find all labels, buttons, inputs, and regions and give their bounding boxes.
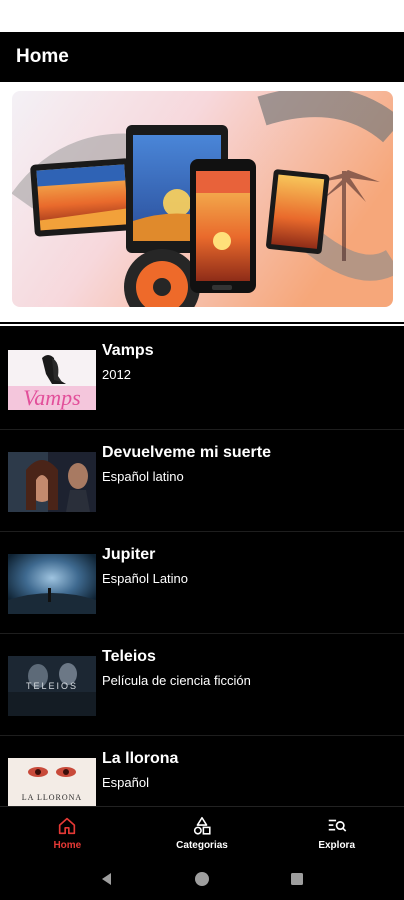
nav-categorias-label: Categorias <box>176 839 228 851</box>
movie-subtitle: Película de ciencia ficción <box>102 673 251 688</box>
movie-list: Vamps Vamps 2012 Devuelveme mi suerte Es… <box>0 328 404 806</box>
back-icon <box>102 873 112 885</box>
movie-thumbnail: LA LLORONA <box>8 758 96 806</box>
nav-home-label: Home <box>53 839 82 851</box>
back-button[interactable] <box>96 868 118 890</box>
categories-icon <box>193 816 211 835</box>
status-bar <box>0 0 404 32</box>
home-icon <box>59 817 76 834</box>
system-navigation-bar <box>0 858 404 900</box>
movie-subtitle: Español latino <box>102 469 184 484</box>
banner-container <box>0 82 404 322</box>
movie-thumbnail: Vamps <box>8 350 96 410</box>
banner-illustration <box>12 91 393 307</box>
bottom-navigation: Home Categorias Explora <box>0 806 404 858</box>
movie-title: Vamps <box>102 342 154 359</box>
movie-thumbnail <box>8 554 96 614</box>
home-system-button[interactable] <box>191 868 213 890</box>
explore-icon <box>328 819 346 832</box>
list-item[interactable]: Devuelveme mi suerte Español latino <box>0 430 404 532</box>
movie-thumbnail: TELEIOS <box>8 656 96 716</box>
movie-title: La llorona <box>102 750 179 767</box>
svg-text:Vamps: Vamps <box>23 385 80 410</box>
movie-subtitle: Español <box>102 775 149 790</box>
nav-explora-label: Explora <box>318 839 356 851</box>
nav-explora[interactable]: Explora <box>269 807 404 858</box>
nav-categorias[interactable]: Categorias <box>135 807 270 858</box>
square-icon <box>290 873 303 885</box>
svg-text:TELEIOS: TELEIOS <box>26 681 78 691</box>
svg-text:LA LLORONA: LA LLORONA <box>22 793 82 802</box>
movie-title: Teleios <box>102 648 156 665</box>
recents-button[interactable] <box>286 868 308 890</box>
movie-thumbnail <box>8 452 96 512</box>
page-title: Home <box>16 46 69 67</box>
list-item[interactable]: Vamps Vamps 2012 <box>0 328 404 430</box>
list-item[interactable]: LA LLORONA La llorona Español <box>0 736 404 806</box>
circle-icon <box>194 872 209 886</box>
featured-banner[interactable] <box>12 91 393 307</box>
list-item[interactable]: TELEIOS Teleios Película de ciencia ficc… <box>0 634 404 736</box>
movie-subtitle: Español Latino <box>102 571 189 586</box>
movie-title: Devuelveme mi suerte <box>102 444 271 461</box>
app-bar: Home <box>0 32 404 82</box>
nav-home[interactable]: Home <box>0 807 135 858</box>
movie-subtitle: 2012 <box>102 367 131 382</box>
movie-title: Jupiter <box>102 546 156 563</box>
list-item[interactable]: Jupiter Español Latino <box>0 532 404 634</box>
